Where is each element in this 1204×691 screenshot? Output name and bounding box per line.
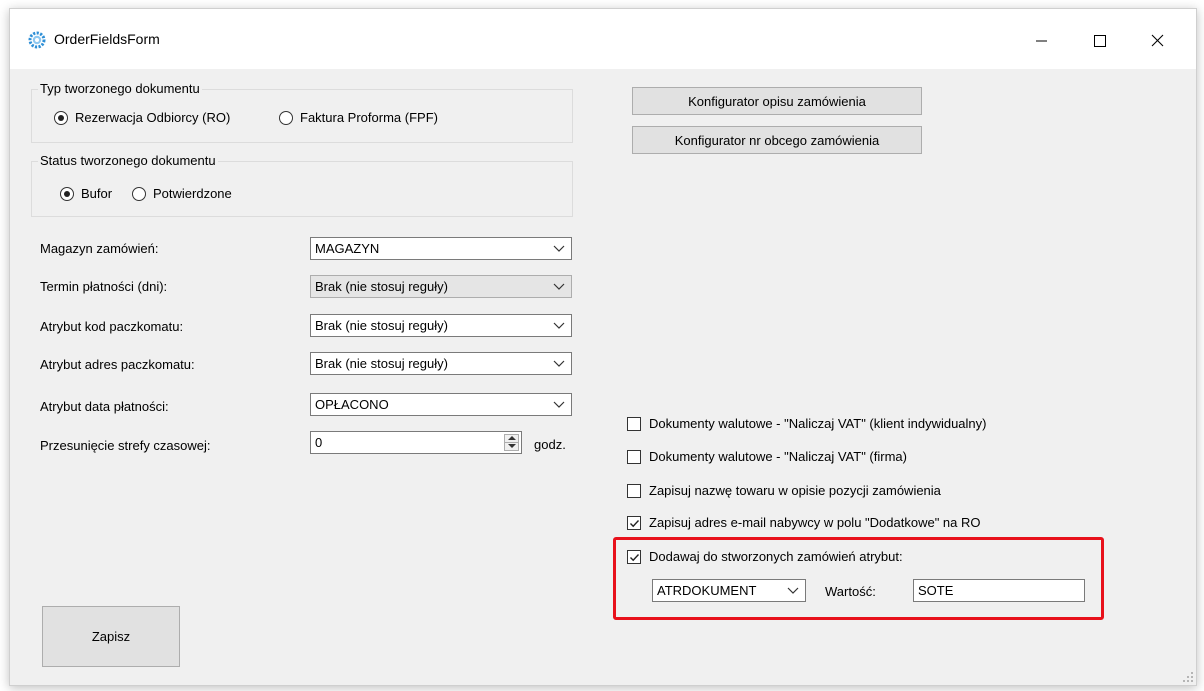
locker-code-label: Atrybut kod paczkomatu:: [40, 319, 184, 334]
locker-code-select[interactable]: Brak (nie stosuj reguły): [310, 314, 572, 337]
minimize-icon: [1036, 40, 1047, 42]
checkbox-buyer-email[interactable]: Zapisuj adres e-mail nabywcy w polu "Dod…: [627, 515, 981, 530]
chevron-down-icon: [553, 283, 565, 290]
chevron-down-icon: [553, 360, 565, 367]
attribute-value-input[interactable]: SOTE: [913, 579, 1085, 602]
radio-bufor-label: Bufor: [81, 186, 113, 201]
checkbox-box: [627, 483, 641, 498]
chevron-down-icon: [553, 401, 565, 408]
radio-potwierdzone[interactable]: Potwierdzone: [132, 186, 232, 201]
checkbox-vat-individual-label: Dokumenty walutowe - "Naliczaj VAT" (kli…: [649, 416, 987, 431]
spin-buttons[interactable]: [504, 434, 519, 451]
attribute-value-label: Wartość:: [825, 584, 876, 599]
checkbox-box: [627, 449, 641, 464]
radio-dot-icon: [279, 110, 293, 125]
payment-date-label: Atrybut data płatności:: [40, 399, 169, 414]
radio-bufor[interactable]: Bufor: [60, 186, 112, 201]
resize-grip-icon[interactable]: [1183, 672, 1193, 682]
minimize-button[interactable]: [1018, 21, 1064, 61]
locker-address-label: Atrybut adres paczkomatu:: [40, 357, 195, 372]
doc-type-group: Typ tworzonego dokumentu Rezerwacja Odbi…: [31, 81, 573, 143]
radio-dot-icon: [132, 186, 146, 201]
chevron-down-icon: [553, 322, 565, 329]
locker-address-value: Brak (nie stosuj reguły): [315, 356, 448, 371]
payment-term-value: Brak (nie stosuj reguły): [315, 279, 448, 294]
description-config-button[interactable]: Konfigurator opisu zamówienia: [632, 87, 922, 115]
warehouse-select[interactable]: MAGAZYN: [310, 237, 572, 260]
payment-term-label: Termin płatności (dni):: [40, 279, 168, 294]
checkbox-add-attribute[interactable]: Dodawaj do stworzonych zamówień atrybut:: [627, 549, 903, 564]
checkbox-vat-company[interactable]: Dokumenty walutowe - "Naliczaj VAT" (fir…: [627, 449, 907, 464]
maximize-button[interactable]: [1076, 21, 1122, 61]
attribute-select-value: ATRDOKUMENT: [657, 583, 757, 598]
radio-fpf-label: Faktura Proforma (FPF): [300, 110, 438, 125]
doc-status-group-title: Status tworzonego dokumentu: [38, 153, 218, 169]
timezone-unit-label: godz.: [534, 437, 566, 452]
doc-status-group: Status tworzonego dokumentu Bufor Potwie…: [31, 153, 573, 217]
checkbox-add-attribute-label: Dodawaj do stworzonych zamówień atrybut:: [649, 549, 903, 564]
radio-fpf[interactable]: Faktura Proforma (FPF): [279, 110, 438, 125]
close-icon: [1151, 34, 1164, 47]
payment-date-select[interactable]: OPŁACONO: [310, 393, 572, 416]
doc-type-group-title: Typ tworzonego dokumentu: [38, 81, 202, 97]
chevron-down-icon: [787, 587, 799, 594]
checkbox-item-name-label: Zapisuj nazwę towaru w opisie pozycji za…: [649, 483, 941, 498]
radio-dot-icon: [54, 110, 68, 125]
spin-up-icon[interactable]: [508, 436, 516, 440]
radio-ro-label: Rezerwacja Odbiorcy (RO): [75, 110, 231, 125]
chevron-down-icon: [553, 245, 565, 252]
foreign-number-config-button[interactable]: Konfigurator nr obcego zamówienia: [632, 126, 922, 154]
timezone-shift-label: Przesunięcie strefy czasowej:: [40, 438, 211, 453]
checkbox-vat-company-label: Dokumenty walutowe - "Naliczaj VAT" (fir…: [649, 449, 907, 464]
close-button[interactable]: [1134, 21, 1180, 61]
radio-potwierdzone-label: Potwierdzone: [153, 186, 232, 201]
locker-code-value: Brak (nie stosuj reguły): [315, 318, 448, 333]
warehouse-value: MAGAZYN: [315, 241, 380, 256]
payment-date-value: OPŁACONO: [315, 397, 389, 412]
maximize-icon: [1094, 35, 1106, 47]
checkmark-icon: [630, 519, 640, 527]
checkbox-vat-individual[interactable]: Dokumenty walutowe - "Naliczaj VAT" (kli…: [627, 416, 986, 431]
locker-address-select[interactable]: Brak (nie stosuj reguły): [310, 352, 572, 375]
window-title: OrderFieldsForm: [54, 31, 160, 47]
timezone-shift-value: 0: [315, 435, 323, 450]
spin-divider: [505, 442, 518, 443]
title-bar[interactable]: OrderFieldsForm: [10, 9, 1196, 69]
timezone-shift-stepper[interactable]: 0: [310, 431, 522, 454]
app-gear-icon: [28, 31, 46, 49]
checkbox-box: [627, 515, 641, 530]
checkbox-item-name[interactable]: Zapisuj nazwę towaru w opisie pozycji za…: [627, 483, 941, 498]
attribute-value-text: SOTE: [918, 583, 954, 598]
checkbox-box: [627, 416, 641, 431]
checkmark-icon: [630, 553, 640, 561]
save-button[interactable]: Zapisz: [42, 606, 180, 667]
radio-dot-icon: [60, 186, 74, 201]
checkbox-buyer-email-label: Zapisuj adres e-mail nabywcy w polu "Dod…: [649, 515, 981, 530]
warehouse-label: Magazyn zamówień:: [40, 241, 159, 256]
spin-down-icon[interactable]: [508, 444, 516, 448]
checkbox-box: [627, 549, 641, 564]
order-fields-window: OrderFieldsForm Typ tworzonego dokumentu…: [9, 8, 1197, 686]
radio-ro[interactable]: Rezerwacja Odbiorcy (RO): [54, 110, 230, 125]
attribute-select[interactable]: ATRDOKUMENT: [652, 579, 806, 602]
payment-term-select[interactable]: Brak (nie stosuj reguły): [310, 275, 572, 298]
